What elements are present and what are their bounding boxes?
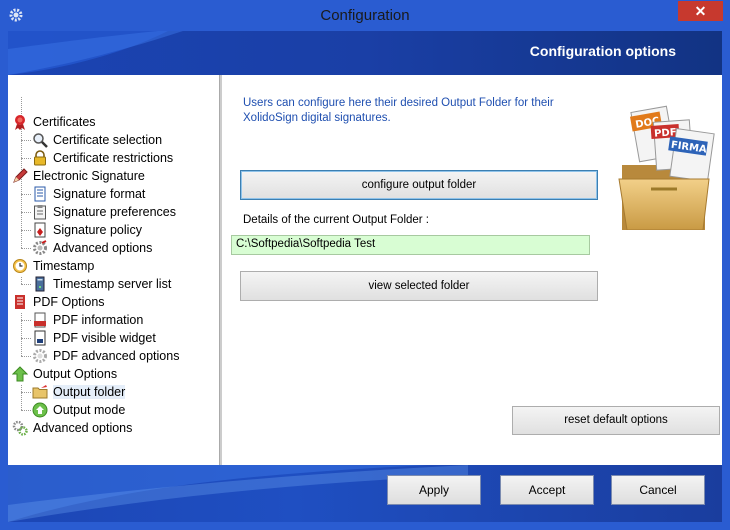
clock-icon [13, 259, 27, 273]
tree-item-label: Certificate selection [53, 133, 163, 147]
tree-item-label: Advanced options [33, 421, 133, 435]
tree-connector [21, 140, 31, 141]
current-folder-field[interactable]: C:\Softpedia\Softpedia Test [231, 235, 590, 255]
pen-icon [13, 168, 28, 183]
ribbon-icon [15, 115, 25, 130]
tree-item-timestamp-server-list[interactable]: Timestamp server list [32, 275, 171, 293]
pdf-icon [15, 295, 25, 309]
padlock-icon [34, 150, 46, 166]
tree-item-label: PDF information [53, 313, 144, 327]
tree-item-label: Certificate restrictions [53, 151, 174, 165]
tree-item-label: Signature preferences [53, 205, 176, 219]
footer-bar: Apply Accept Cancel [8, 465, 722, 522]
tree-item-output-mode[interactable]: Output mode [32, 401, 125, 419]
tree-item-label: Signature format [53, 187, 146, 201]
tree-item-timestamp[interactable]: Timestamp [12, 257, 94, 275]
apply-button[interactable]: Apply [387, 475, 481, 505]
header-title: Configuration options [529, 43, 676, 59]
accept-button[interactable]: Accept [500, 475, 594, 505]
window-title: Configuration [320, 7, 410, 24]
tree-connector [21, 385, 22, 410]
tree-item-label: Electronic Signature [33, 169, 145, 183]
widget-icon [34, 330, 46, 346]
tree-item-pdf-advanced-options[interactable]: PDF advanced options [32, 347, 179, 365]
tree-connector [21, 338, 31, 339]
window-frame: Configuration options Certificates Certi… [0, 31, 730, 530]
tree-connector [21, 320, 31, 321]
tree-connector [21, 212, 31, 213]
details-label: Details of the current Output Folder : [243, 214, 430, 226]
tree-connector [21, 356, 31, 357]
tree-item-label: PDF Options [33, 295, 105, 309]
output-mode-icon [32, 402, 48, 418]
tree-connector [21, 284, 31, 285]
gears-icon [12, 420, 28, 436]
tree-connector [21, 277, 22, 284]
tree-connector [21, 194, 31, 195]
tree-item-advanced-options-signature[interactable]: Advanced options [32, 239, 152, 257]
tree-item-label: Advanced options [53, 241, 153, 255]
folder-icon [32, 385, 48, 399]
cancel-button[interactable]: Cancel [611, 475, 705, 505]
header-banner: Configuration options [8, 31, 722, 75]
tree-item-label: Signature policy [53, 223, 142, 237]
tree-connector [21, 151, 22, 248]
gear-icon [33, 240, 47, 255]
policy-icon [34, 222, 46, 238]
view-selected-folder-button[interactable]: view selected folder [240, 271, 598, 301]
tree-connector [21, 230, 31, 231]
gear-icon [33, 349, 47, 363]
tree-item-label: Certificates [33, 115, 96, 129]
tree-item-certificate-selection[interactable]: Certificate selection [32, 131, 162, 149]
arrow-up-icon [12, 366, 28, 382]
options-tree: Certificates Certificate selection Certi… [8, 75, 220, 465]
tree-item-label: Timestamp server list [53, 277, 172, 291]
tree-item-pdf-information[interactable]: PDF information [32, 311, 143, 329]
tree-connector [21, 158, 31, 159]
tree-item-label: Output folder [53, 385, 126, 399]
tree-item-label: PDF advanced options [53, 349, 180, 363]
tree-item-certificates[interactable]: Certificates [12, 113, 96, 131]
magnifier-icon [33, 133, 48, 148]
output-folder-pane: Users can configure here their desired O… [222, 75, 722, 465]
tree-item-electronic-signature[interactable]: Electronic Signature [12, 167, 145, 185]
tree-item-pdf-visible-widget[interactable]: PDF visible widget [32, 329, 156, 347]
configure-output-folder-button[interactable]: configure output folder [240, 170, 598, 200]
tree-item-signature-preferences[interactable]: Signature preferences [32, 203, 176, 221]
tree-connector [21, 410, 31, 411]
tree-item-pdf-options[interactable]: PDF Options [12, 293, 105, 311]
tree-item-advanced-options[interactable]: Advanced options [12, 419, 132, 437]
tree-connector [21, 392, 31, 393]
tree-connector [21, 248, 31, 249]
content-panel: Certificates Certificate selection Certi… [8, 75, 722, 465]
clipboard-icon [34, 205, 46, 220]
pdf-info-icon [34, 312, 46, 328]
close-button[interactable]: ✕ [678, 1, 723, 21]
tree-item-output-options[interactable]: Output Options [12, 365, 117, 383]
tree-item-certificate-restrictions[interactable]: Certificate restrictions [32, 149, 173, 167]
document-icon [34, 186, 46, 202]
tree-item-label: Output Options [33, 367, 118, 381]
tree-item-label: Timestamp [33, 259, 95, 273]
tree-item-output-folder[interactable]: Output folder [32, 383, 126, 401]
reset-default-options-button[interactable]: reset default options [512, 406, 720, 435]
tree-item-signature-policy[interactable]: Signature policy [32, 221, 142, 239]
tree-item-signature-format[interactable]: Signature format [32, 185, 145, 203]
title-bar: Configuration ✕ [0, 0, 730, 31]
info-text: Users can configure here their desired O… [243, 97, 554, 124]
tree-item-label: PDF visible widget [53, 331, 156, 345]
tree-item-label: Output mode [53, 403, 126, 417]
folder-documents-illustration: DOC PDF FIRMA [618, 105, 715, 230]
client-area: Configuration options Certificates Certi… [8, 31, 722, 522]
server-icon [35, 276, 45, 292]
